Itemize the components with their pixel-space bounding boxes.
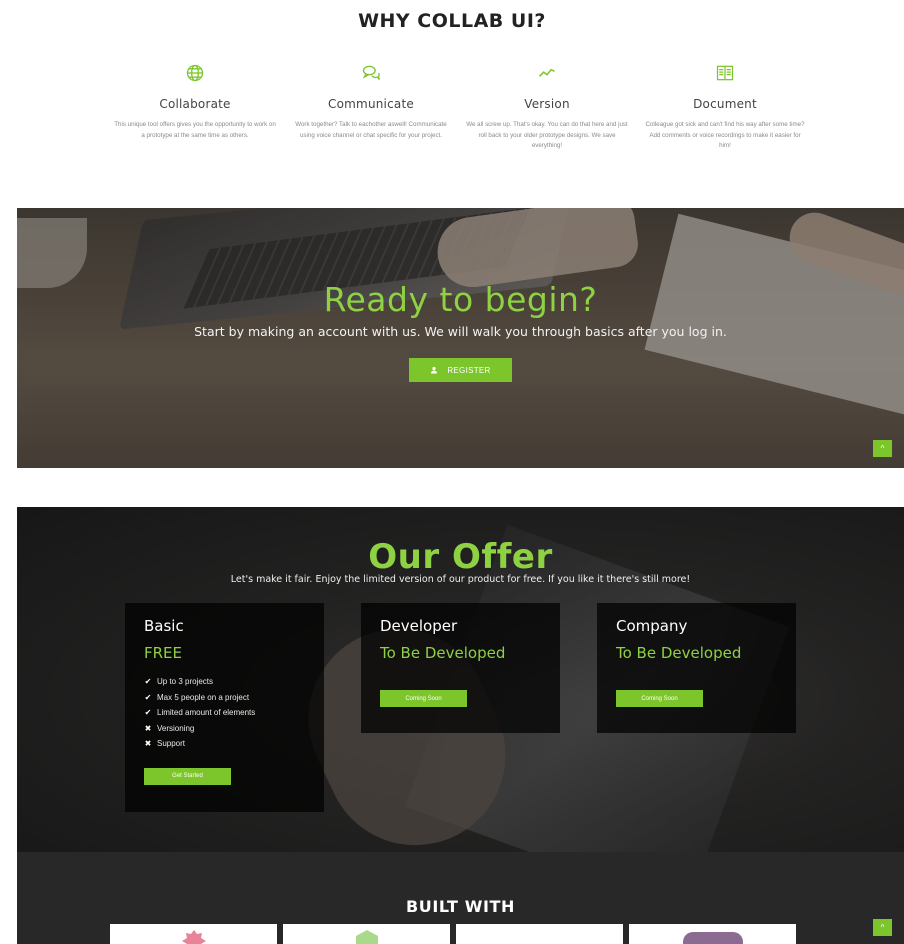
plan-price: To Be Developed	[380, 644, 506, 662]
feature-communicate: Communicate Work together? Talk to eacho…	[286, 60, 456, 141]
check-icon: ✔	[144, 677, 152, 686]
globe-icon	[110, 60, 280, 86]
hexagon-logo-icon	[355, 930, 378, 944]
offer-title: Our Offer	[368, 537, 553, 577]
plan-feature: ✖ Support	[144, 736, 305, 752]
ready-section: Ready to begin? Start by making an accou…	[17, 208, 904, 468]
check-icon: ✔	[144, 708, 152, 717]
register-label: REGISTER	[447, 365, 491, 375]
built-with-section: BUILT WITH	[17, 852, 904, 944]
plan-card-company: Company To Be Developed Coming Soon	[597, 603, 796, 733]
feature-version: Version We all screw up. That's okay. Yo…	[462, 60, 632, 152]
plan-feature: ✔ Up to 3 projects	[144, 674, 305, 690]
register-button[interactable]: REGISTER	[409, 358, 512, 382]
check-icon: ✔	[144, 692, 152, 702]
why-title: WHY COLLAB UI?	[358, 10, 546, 32]
rounded-logo-icon	[682, 932, 743, 944]
plan-price: FREE	[144, 644, 183, 662]
plan-feature: ✔ Max 5 people on a project	[144, 690, 305, 706]
feature-text: Colleague got sick and can't find his wa…	[645, 121, 805, 149]
plan-card-developer: Developer To Be Developed Coming Soon	[361, 603, 560, 733]
plan-feature-list: ✔ Up to 3 projects ✔ Max 5 people on a pro…	[144, 674, 305, 752]
plan-card-basic: Basic FREE ✔ Up to 3 projects ✔ Max 5 peop…	[125, 603, 324, 812]
offer-section: Our Offer Let's make it fair. Enjoy the …	[17, 507, 904, 852]
feature-title: Communicate	[328, 97, 414, 111]
scroll-to-top-button[interactable]: ^	[873, 919, 892, 936]
plan-feature: ✔ Limited amount of elements	[144, 705, 305, 721]
chevron-up-icon: ^	[880, 444, 885, 453]
offer-subtitle: Let's make it fair. Enjoy the limited ve…	[230, 574, 691, 585]
plan-name: Developer	[380, 617, 458, 635]
cross-icon: ✖	[144, 739, 152, 748]
book-icon	[640, 60, 810, 86]
chevron-up-icon: ^	[880, 923, 885, 932]
ready-title: Ready to begin?	[323, 280, 598, 319]
user-icon	[431, 366, 438, 374]
feature-title: Collaborate	[159, 97, 231, 111]
tech-logo-card	[110, 924, 277, 944]
plan-name: Basic	[144, 617, 184, 635]
feature-document: Document Colleague got sick and can't fi…	[640, 60, 810, 152]
scroll-to-top-button[interactable]: ^	[873, 440, 892, 457]
ready-subtitle: Start by making an account with us. We w…	[194, 324, 727, 339]
plan-price: To Be Developed	[616, 644, 742, 662]
feature-text: Work together? Talk to eachother aswell!…	[295, 121, 447, 139]
feature-text: We all screw up. That's okay. You can do…	[466, 121, 628, 149]
plan-feature: ✖ Versioning	[144, 721, 305, 737]
tech-logo-card	[283, 924, 450, 944]
tech-logo-card	[456, 924, 623, 944]
feature-text: This unique tool offers gives you the op…	[114, 121, 276, 139]
feature-collaborate: Collaborate This unique tool offers give…	[110, 60, 280, 141]
badge-logo-icon	[181, 930, 206, 944]
get-started-button[interactable]: Get Started	[144, 767, 231, 785]
tech-logo-card	[629, 924, 796, 944]
cross-icon: ✖	[144, 723, 152, 733]
coming-soon-button[interactable]: Coming Soon	[380, 690, 467, 707]
line-chart-icon	[462, 60, 632, 86]
plan-name: Company	[616, 617, 688, 635]
built-with-title: BUILT WITH	[405, 897, 516, 916]
chat-bubbles-icon	[286, 60, 456, 86]
feature-title: Document	[693, 97, 757, 111]
why-section: WHY COLLAB UI? Collaborate This unique t…	[0, 0, 904, 208]
coming-soon-button[interactable]: Coming Soon	[616, 690, 703, 707]
feature-title: Version	[524, 97, 570, 111]
